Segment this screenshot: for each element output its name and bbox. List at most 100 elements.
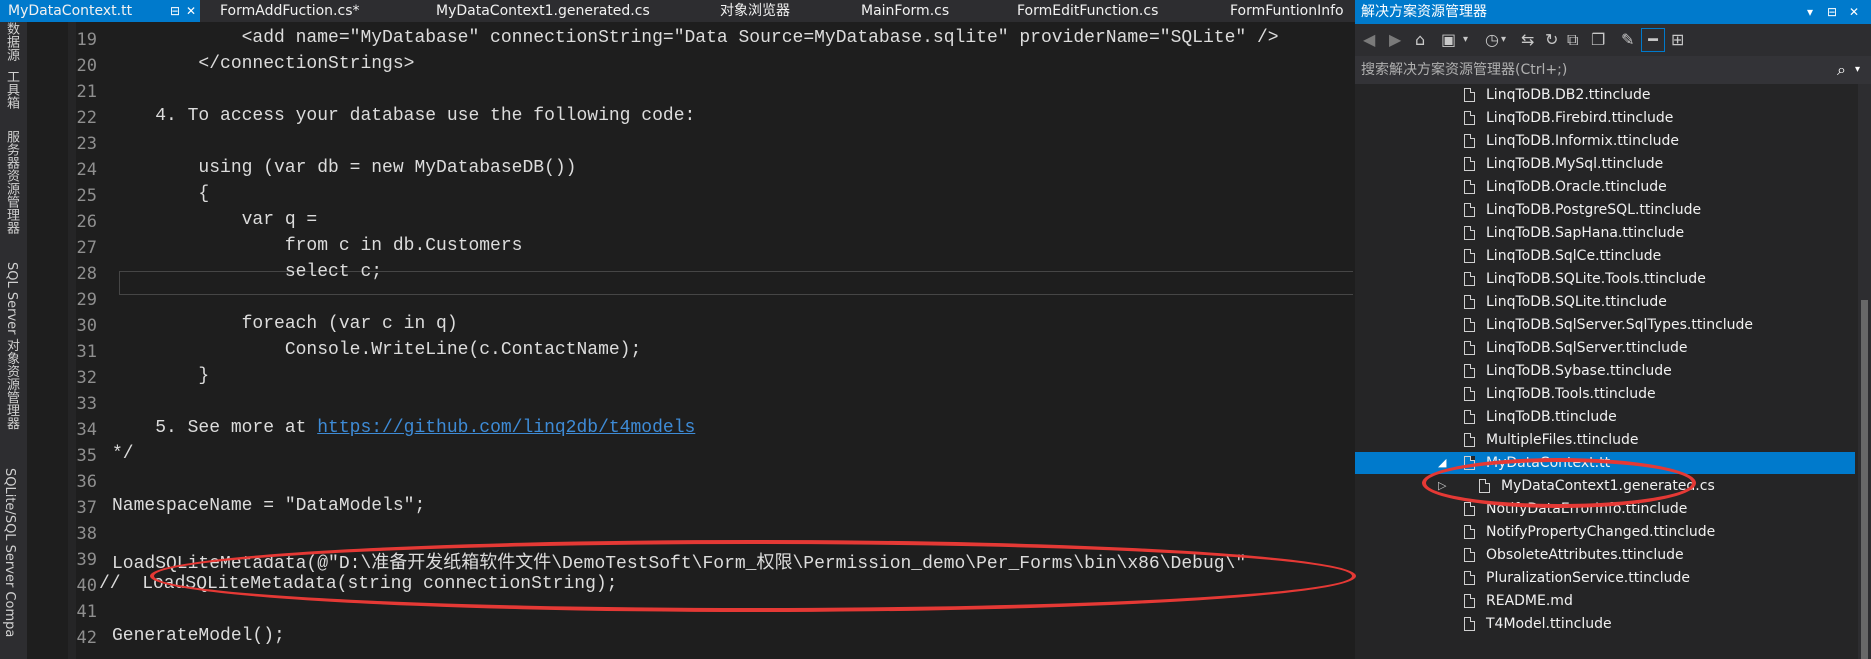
tree-item[interactable]: LinqToDB.SqlCe.ttinclude (1355, 245, 1855, 267)
dropdown-icon[interactable]: ▾ (1807, 0, 1813, 24)
code-line: } (112, 366, 210, 386)
code-line: { (112, 184, 210, 204)
tree-item[interactable]: LinqToDB.SQLite.Tools.ttinclude (1355, 268, 1855, 290)
tree-item-label: NotifyDataErrorInfo.ttinclude (1486, 501, 1688, 517)
tree-item[interactable]: LinqToDB.PostgreSQL.ttinclude (1355, 199, 1855, 221)
pending-changes-icon[interactable]: ◷ (1485, 30, 1499, 50)
line-number: 20 (76, 56, 97, 76)
file-icon (1464, 525, 1475, 539)
sync-icon[interactable]: ⇆ (1521, 30, 1534, 50)
close-icon[interactable]: ✕ (1849, 0, 1859, 24)
code-line: from c in db.Customers (112, 236, 523, 256)
line-number: 42 (76, 628, 97, 648)
tree-item-label: LinqToDB.Tools.ttinclude (1486, 386, 1656, 402)
tab-formeditfunction[interactable]: FormEditFunction.cs (1017, 0, 1158, 22)
tree-item[interactable]: ObsoleteAttributes.ttinclude (1355, 544, 1855, 566)
strip-sql-server-object-explorer[interactable]: SQL Server 对象资源管理器 (2, 262, 21, 430)
code-line-with-link: 5. See more at https://github.com/linq2d… (112, 418, 695, 438)
tab-object-browser[interactable]: 对象浏览器 (720, 0, 790, 22)
tree-item[interactable]: MultipleFiles.ttinclude (1355, 429, 1855, 451)
line-number: 25 (76, 186, 97, 206)
collapsed-arrow-icon[interactable]: ▷ (1438, 475, 1446, 497)
line-number: 32 (76, 368, 97, 388)
tree-item[interactable]: LinqToDB.Tools.ttinclude (1355, 383, 1855, 405)
tab-formaddfuction[interactable]: FormAddFuction.cs* (220, 0, 360, 22)
tree-item-label: MyDataContext.tt (1486, 455, 1611, 471)
pin-icon[interactable]: ⊟ (170, 0, 180, 22)
tree-item[interactable]: LinqToDB.Oracle.ttinclude (1355, 176, 1855, 198)
solution-search-input[interactable]: 搜索解决方案资源管理器(Ctrl+;) ⌕ ▾ (1355, 56, 1871, 84)
tool-window-strip: 数据源 工具箱 服务器资源管理器 SQL Server 对象资源管理器 SQLi… (0, 22, 27, 659)
preview-icon[interactable]: ━ (1641, 28, 1665, 52)
file-icon (1464, 456, 1475, 470)
strip-sqlite-compact-explorer[interactable]: SQLite/SQL Server Compa (2, 468, 17, 637)
tree-item-selected[interactable]: ◢ MyDataContext.tt (1355, 452, 1855, 474)
chevron-down-icon[interactable]: ▾ (1855, 56, 1860, 84)
tree-item[interactable]: LinqToDB.DB2.ttinclude (1355, 84, 1855, 106)
expanded-arrow-icon[interactable]: ◢ (1438, 452, 1446, 474)
tree-item[interactable]: LinqToDB.Informix.ttinclude (1355, 130, 1855, 152)
tree-item-label: LinqToDB.SqlServer.ttinclude (1486, 340, 1688, 356)
line-number: 33 (76, 394, 97, 414)
tree-item[interactable]: LinqToDB.MySql.ttinclude (1355, 153, 1855, 175)
file-icon (1464, 594, 1475, 608)
properties-icon[interactable]: ✎ (1621, 30, 1634, 50)
tree-item-label: LinqToDB.Oracle.ttinclude (1486, 179, 1667, 195)
tree-item[interactable]: LinqToDB.ttinclude (1355, 406, 1855, 428)
tab-mydatacontext1-generated[interactable]: MyDataContext1.generated.cs (436, 0, 650, 22)
file-icon (1464, 571, 1475, 585)
show-all-files-icon[interactable]: ❐ (1591, 30, 1605, 50)
file-icon (1464, 341, 1475, 355)
code-editor[interactable]: 19 <add name="MyDatabase" connectionStri… (27, 22, 1353, 659)
tree-item[interactable]: LinqToDB.Sybase.ttinclude (1355, 360, 1855, 382)
tab-formfuntioninfo[interactable]: FormFuntionInfo (1230, 0, 1344, 22)
file-icon (1464, 88, 1475, 102)
solution-tree[interactable]: LinqToDB.DB2.ttinclude LinqToDB.Firebird… (1355, 84, 1871, 659)
file-icon (1464, 272, 1475, 286)
strip-server-explorer[interactable]: 服务器资源管理器 (2, 130, 21, 234)
line-number: 31 (76, 342, 97, 362)
tree-item-label: LinqToDB.MySql.ttinclude (1486, 156, 1664, 172)
line-number: 24 (76, 160, 97, 180)
close-tab-icon[interactable]: ✕ (186, 0, 196, 22)
tree-item-label: LinqToDB.SQLite.ttinclude (1486, 294, 1667, 310)
home-icon[interactable]: ⌂ (1415, 30, 1425, 50)
switch-views-icon[interactable]: ▣ (1441, 30, 1456, 50)
tab-mainform[interactable]: MainForm.cs (861, 0, 949, 22)
file-icon (1464, 295, 1475, 309)
tree-item[interactable]: NotifyDataErrorInfo.ttinclude (1355, 498, 1855, 520)
pin-icon[interactable]: ⊟ (1827, 0, 1837, 24)
search-icon[interactable]: ⌕ (1837, 56, 1846, 84)
tree-item[interactable]: PluralizationService.ttinclude (1355, 567, 1855, 589)
tree-item[interactable]: LinqToDB.Firebird.ttinclude (1355, 107, 1855, 129)
tree-item-label: MultipleFiles.ttinclude (1486, 432, 1639, 448)
tree-item[interactable]: LinqToDB.SapHana.ttinclude (1355, 222, 1855, 244)
file-icon (1464, 502, 1475, 516)
class-diagram-icon[interactable]: ⊞ (1671, 30, 1684, 50)
code-text: 5. See more at (112, 418, 318, 438)
strip-toolbox[interactable]: 工具箱 (2, 70, 21, 109)
tree-item[interactable]: LinqToDB.SqlServer.SqlTypes.ttinclude (1355, 314, 1855, 336)
tree-item[interactable]: LinqToDB.SqlServer.ttinclude (1355, 337, 1855, 359)
tree-item[interactable]: README.md (1355, 590, 1855, 612)
file-icon (1464, 203, 1475, 217)
line-number: 38 (76, 524, 97, 544)
tree-scrollbar-thumb[interactable] (1861, 300, 1868, 659)
strip-data-sources[interactable]: 数据源 (2, 22, 21, 61)
chevron-down-icon[interactable]: ▾ (1501, 30, 1506, 50)
forward-icon[interactable]: ▶ (1389, 30, 1401, 50)
refresh-icon[interactable]: ↻ (1545, 30, 1558, 50)
chevron-down-icon[interactable]: ▾ (1463, 30, 1468, 50)
collapse-all-icon[interactable]: ⧉ (1567, 30, 1578, 50)
line-number: 37 (76, 498, 97, 518)
tree-item-label: LinqToDB.SQLite.Tools.ttinclude (1486, 271, 1706, 287)
code-line: NamespaceName = "DataModels"; (112, 496, 426, 516)
tree-item[interactable]: NotifyPropertyChanged.ttinclude (1355, 521, 1855, 543)
tree-item-label: T4Model.ttinclude (1486, 616, 1612, 632)
t4models-link[interactable]: https://github.com/linq2db/t4models (317, 418, 695, 438)
back-icon[interactable]: ◀ (1363, 30, 1375, 50)
tree-item[interactable]: T4Model.ttinclude (1355, 613, 1855, 635)
tree-item[interactable]: LinqToDB.SQLite.ttinclude (1355, 291, 1855, 313)
tree-item-child[interactable]: ▷ MyDataContext1.generated.cs (1355, 475, 1855, 497)
tab-mydatacontext-tt[interactable]: MyDataContext.tt ⊟ ✕ (0, 0, 200, 22)
